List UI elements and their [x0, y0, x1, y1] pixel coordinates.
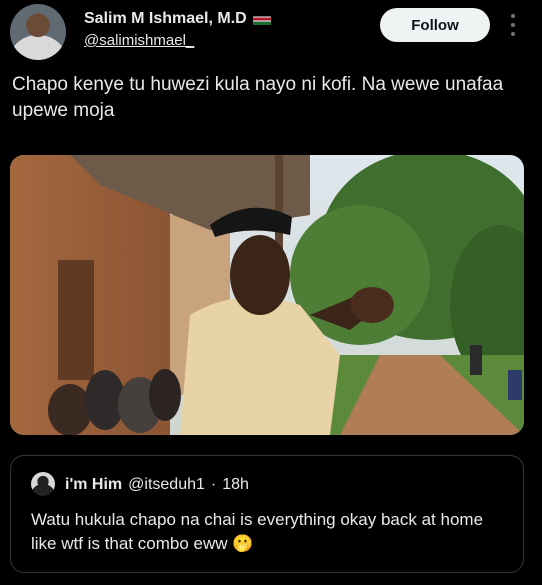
author-name[interactable]: Salim M Ishmael, M.D: [84, 10, 247, 28]
quote-author-name[interactable]: i'm Him: [65, 476, 122, 494]
author-name-row: Salim M Ishmael, M.D: [84, 10, 271, 28]
author-avatar[interactable]: [10, 4, 66, 60]
follow-button[interactable]: Follow: [380, 8, 490, 42]
quote-avatar[interactable]: [31, 472, 55, 496]
video-frame: [10, 155, 524, 435]
quoted-tweet[interactable]: i'm Him @itseduh1 · 18h Watu hukula chap…: [10, 455, 524, 573]
tweet-media-video[interactable]: [10, 155, 524, 435]
quote-separator: ·: [210, 476, 217, 493]
quote-timestamp[interactable]: 18h: [222, 476, 249, 494]
quote-text: Watu hukula chapo na chai is everything …: [31, 510, 484, 553]
kenya-flag-icon: [252, 13, 271, 25]
more-options-icon[interactable]: [505, 12, 521, 38]
quote-author-handle[interactable]: @itseduh1: [128, 476, 205, 494]
quote-header: i'm Him @itseduh1 · 18h: [65, 476, 249, 494]
tweet-text: Chapo kenye tu huwezi kula nayo ni kofi.…: [12, 74, 504, 121]
author-handle[interactable]: @salimishmael_: [84, 32, 194, 49]
